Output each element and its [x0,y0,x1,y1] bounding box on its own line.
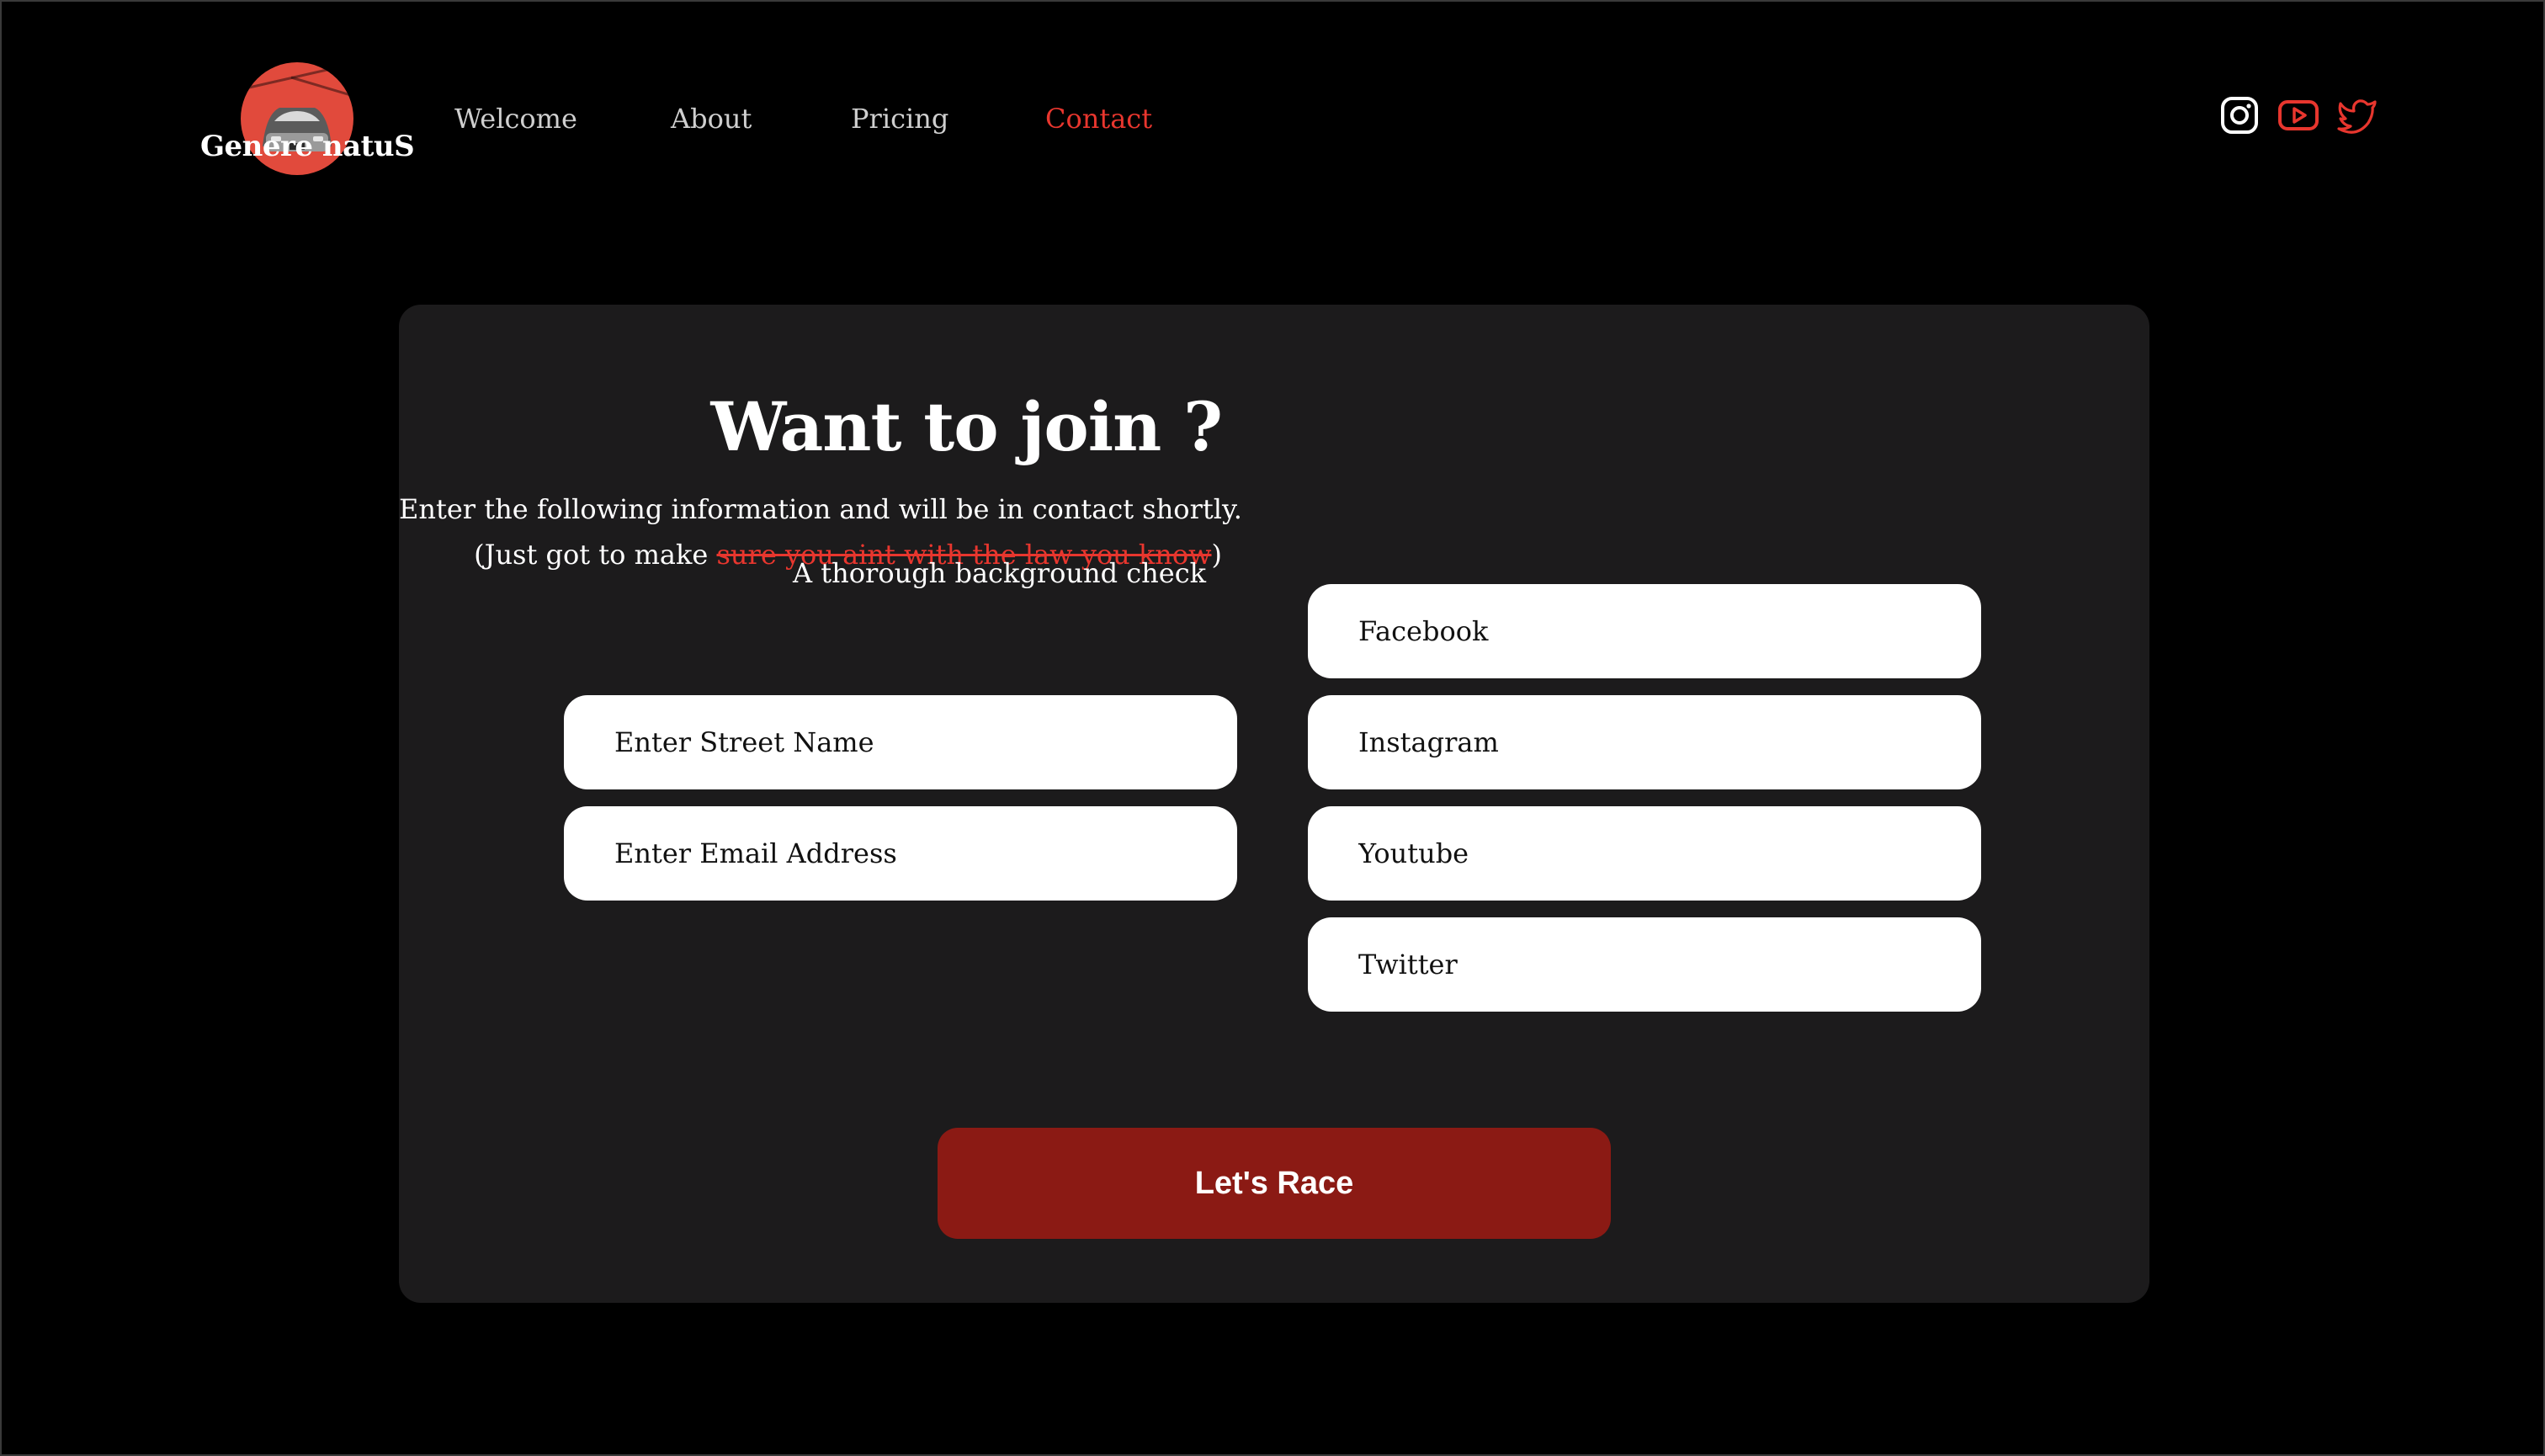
instagram-field[interactable] [1308,695,1981,789]
intro-prefix: (Just got to make [474,539,717,571]
lets-race-button[interactable]: Let's Race [938,1128,1611,1239]
youtube-icon[interactable] [2277,94,2319,136]
email-input[interactable] [613,837,1237,870]
form-intro-line1: Enter the following information and will… [399,493,1242,525]
facebook-field[interactable] [1308,584,1981,678]
form-title: Want to join ? [710,387,1223,466]
twitter-input[interactable] [1357,948,1981,981]
youtube-input[interactable] [1357,837,1981,870]
street-name-field[interactable] [564,695,1237,789]
nav-pricing[interactable]: Pricing [851,103,948,135]
youtube-field[interactable] [1308,806,1981,901]
intro-suffix: ) [1211,539,1222,571]
brand-logo[interactable]: Genere natuS [200,61,415,175]
instagram-input[interactable] [1357,725,1981,759]
nav-contact[interactable]: Contact [1045,103,1152,135]
facebook-input[interactable] [1357,614,1981,648]
twitter-icon[interactable] [2336,94,2378,136]
nav-welcome[interactable]: Welcome [454,103,577,135]
nav-about[interactable]: About [671,103,752,135]
email-field[interactable] [564,806,1237,901]
brand-name: Genere natuS [200,130,415,163]
street-name-input[interactable] [613,725,1237,759]
background-check-note: A thorough background check [793,557,1207,589]
instagram-icon[interactable] [2218,94,2261,136]
twitter-field[interactable] [1308,917,1981,1012]
